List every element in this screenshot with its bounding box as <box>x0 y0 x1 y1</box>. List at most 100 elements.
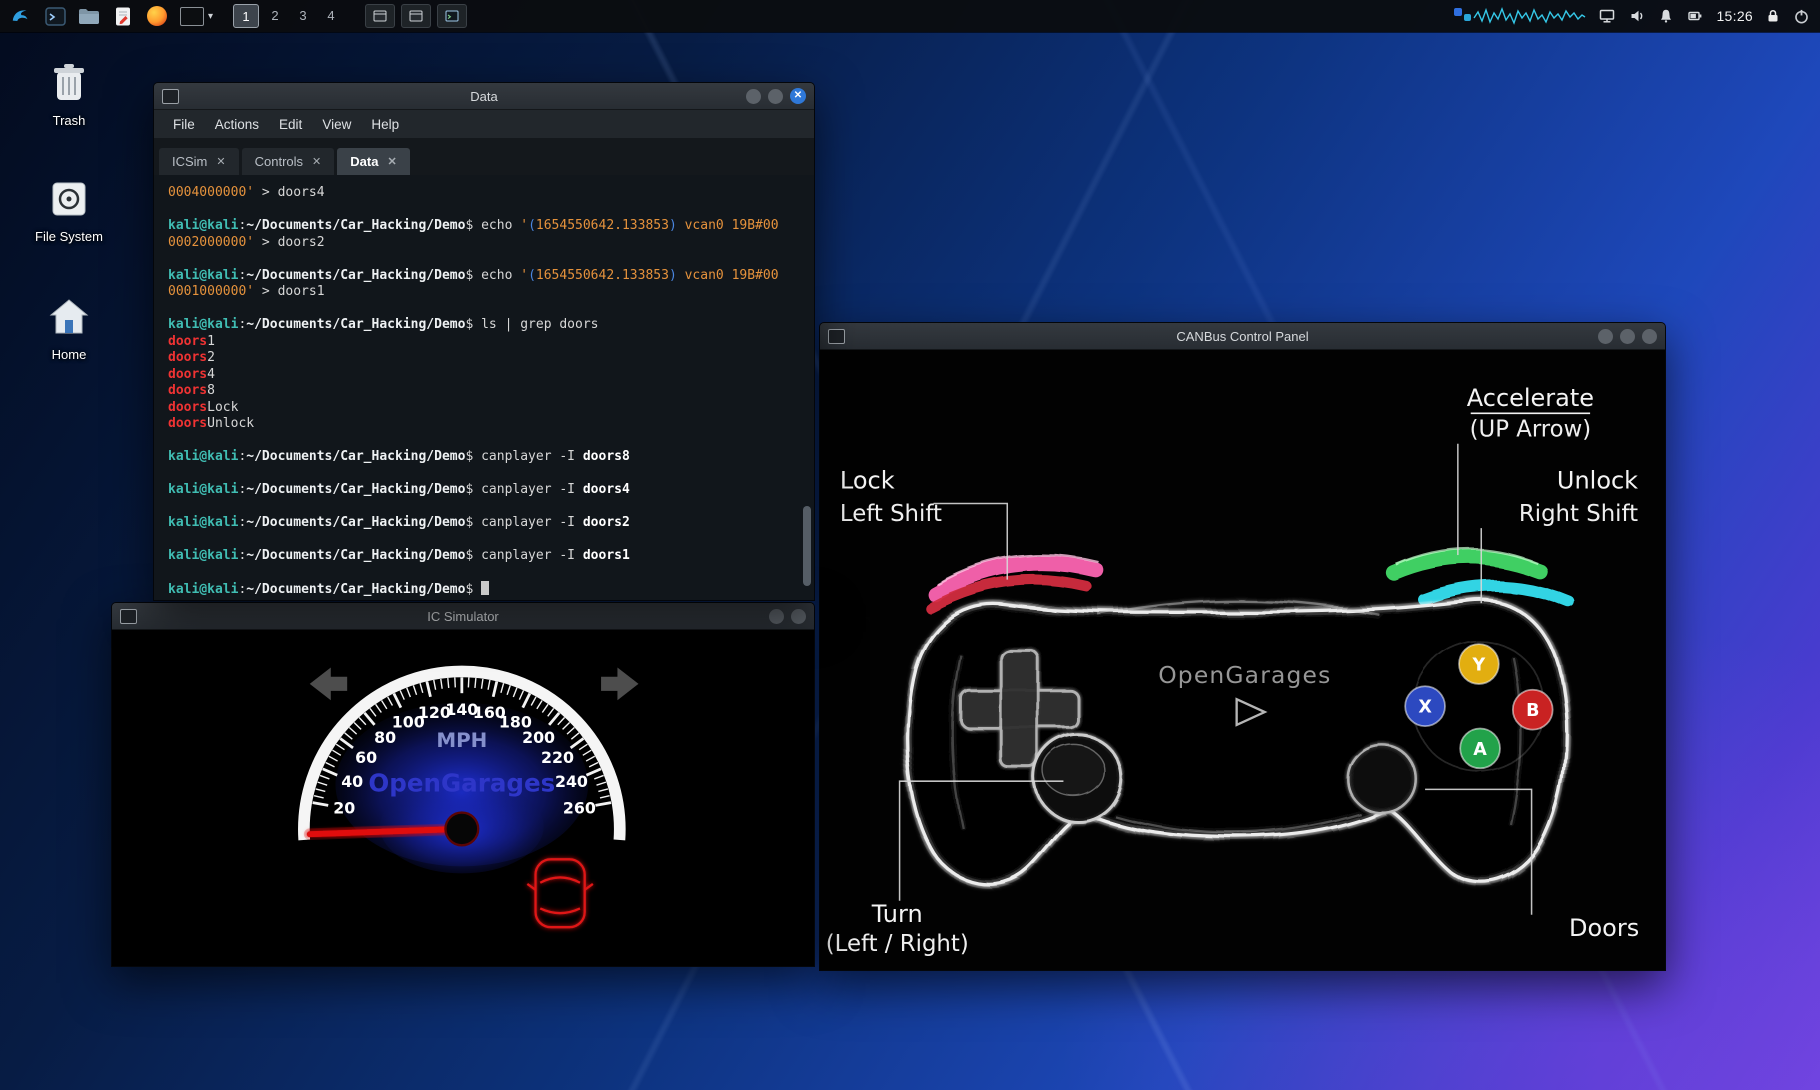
battery-tray-icon[interactable] <box>1686 8 1704 24</box>
close-button[interactable] <box>1642 329 1657 344</box>
lock-tray-icon[interactable] <box>1765 8 1781 24</box>
terminal-line: 0002000000' > doors2 <box>168 235 800 252</box>
volume-tray-icon[interactable] <box>1628 8 1646 24</box>
workspace-1[interactable]: 1 <box>233 4 259 28</box>
minimize-button[interactable] <box>1598 329 1613 344</box>
terminal-line: doorsLock <box>168 400 800 417</box>
taskbar-window-list <box>365 4 467 28</box>
konsole-icon <box>45 6 66 27</box>
firefox-icon <box>147 6 167 26</box>
workspace-4[interactable]: 4 <box>319 4 343 26</box>
desktop-icon-home[interactable]: Home <box>19 296 119 362</box>
taskbar-window-button[interactable] <box>437 4 467 28</box>
terminal-line: kali@kali:~/Documents/Car_Hacking/Demo$ … <box>168 548 800 565</box>
tab-bar: ICSim✕Controls✕Data✕ <box>154 138 814 175</box>
maximize-button[interactable] <box>1620 329 1635 344</box>
menu-help[interactable]: Help <box>362 114 408 135</box>
terminal-line: kali@kali:~/Documents/Car_Hacking/Demo$ … <box>168 317 800 334</box>
terminal-line <box>168 301 800 318</box>
gauge-tick-220: 220 <box>541 748 574 767</box>
menu-actions[interactable]: Actions <box>206 114 268 135</box>
clock[interactable]: 15:26 <box>1716 8 1753 24</box>
close-button[interactable]: ✕ <box>790 88 806 104</box>
top-panel: ▾ 1234 <box>0 0 1820 32</box>
terminal-profile-selector[interactable]: ▾ <box>180 7 213 26</box>
trash-icon <box>48 60 90 104</box>
window-icon <box>373 10 387 22</box>
notifications-tray-icon[interactable] <box>1658 8 1674 24</box>
svg-text:Y: Y <box>1472 655 1486 675</box>
svg-text:A: A <box>1473 740 1487 760</box>
tab-close-icon[interactable]: ✕ <box>312 155 321 168</box>
power-tray-icon[interactable] <box>1793 8 1810 25</box>
menu-file[interactable]: File <box>164 114 204 135</box>
kali-menu-button[interactable] <box>10 5 32 27</box>
taskbar-window-button[interactable] <box>365 4 395 28</box>
data-window-titlebar[interactable]: Data ✕ <box>154 83 814 110</box>
tab-controls[interactable]: Controls✕ <box>242 148 335 175</box>
terminal-output[interactable]: 0004000000' > doors4 kali@kali:~/Documen… <box>154 175 814 601</box>
icsim-app-icon <box>120 609 137 624</box>
maximize-button[interactable] <box>768 89 783 104</box>
tab-icsim[interactable]: ICSim✕ <box>159 148 239 175</box>
workspace-3[interactable]: 3 <box>291 4 315 26</box>
gauge-brand-label: OpenGarages <box>368 768 555 797</box>
tab-close-icon[interactable]: ✕ <box>387 155 396 168</box>
audio-visualizer-applet[interactable] <box>1454 4 1586 28</box>
close-button[interactable] <box>791 609 806 624</box>
terminal-line: kali@kali:~/Documents/Car_Hacking/Demo$ … <box>168 515 800 532</box>
menu-view[interactable]: View <box>313 114 360 135</box>
konsole-launcher[interactable] <box>44 5 66 27</box>
tab-data[interactable]: Data✕ <box>337 148 409 175</box>
icsim-titlebar[interactable]: IC Simulator <box>112 603 814 630</box>
terminal-line: doors8 <box>168 383 800 400</box>
controller-brand-label: OpenGarages <box>1158 661 1331 689</box>
chevron-down-icon: ▾ <box>208 11 213 22</box>
terminal-scrollbar[interactable] <box>803 506 811 586</box>
workspace-2[interactable]: 2 <box>263 4 287 26</box>
minimize-button[interactable] <box>746 89 761 104</box>
display-tray-icon[interactable] <box>1598 8 1616 24</box>
terminal-line: kali@kali:~/Documents/Car_Hacking/Demo$ … <box>168 268 800 285</box>
doors-label: Doors <box>1569 914 1639 942</box>
lock-sublabel: Left Shift <box>840 501 942 527</box>
gauge-tick-200: 200 <box>522 728 555 747</box>
gauge-tick-40: 40 <box>341 772 363 791</box>
file-manager-launcher[interactable] <box>78 5 100 27</box>
firefox-launcher[interactable] <box>146 5 168 27</box>
terminal-line <box>168 466 800 483</box>
terminal-line <box>168 433 800 450</box>
menu-edit[interactable]: Edit <box>270 114 311 135</box>
desktop-icon-label: File System <box>19 229 119 244</box>
left-turn-arrow-icon <box>310 667 347 700</box>
terminal-profile-icon <box>180 7 204 26</box>
canbus-titlebar[interactable]: CANBus Control Panel <box>820 323 1665 350</box>
face-button-b: B <box>1513 690 1553 730</box>
workspace-switcher: 1234 <box>233 4 343 28</box>
turn-label: Turn <box>871 900 923 928</box>
desktop-icon-label: Trash <box>19 113 119 128</box>
right-turn-arrow-icon <box>601 667 638 700</box>
terminal-line: doors2 <box>168 350 800 367</box>
desktop-icon-filesystem[interactable]: File System <box>19 178 119 244</box>
tab-close-icon[interactable]: ✕ <box>216 155 225 168</box>
terminal-line: kali@kali:~/Documents/Car_Hacking/Demo$ … <box>168 449 800 466</box>
accelerate-label: Accelerate <box>1467 384 1594 412</box>
terminal-line: doorsUnlock <box>168 416 800 433</box>
desktop-icon-trash[interactable]: Trash <box>19 60 119 128</box>
icsim-window: IC Simulator <box>111 602 815 967</box>
canbus-window-title: CANBus Control Panel <box>820 329 1665 344</box>
taskbar-window-button[interactable] <box>401 4 431 28</box>
accelerate-bumper-green <box>1393 557 1538 573</box>
gauge-tick-60: 60 <box>355 748 377 767</box>
terminal-line: doors4 <box>168 367 800 384</box>
canbus-window: CANBus Control Panel <box>819 322 1666 971</box>
text-editor-launcher[interactable] <box>112 5 134 27</box>
canbus-canvas: YXBA OpenGarages Accelerate (UP Arrow) L… <box>820 350 1665 971</box>
controller-svg: YXBA OpenGarages Accelerate (UP Arrow) L… <box>820 350 1665 971</box>
minimize-button[interactable] <box>769 609 784 624</box>
accelerate-sublabel: (UP Arrow) <box>1470 417 1592 443</box>
canbus-app-icon <box>828 329 845 344</box>
terminal-line: doors1 <box>168 334 800 351</box>
terminal-line <box>168 532 800 549</box>
